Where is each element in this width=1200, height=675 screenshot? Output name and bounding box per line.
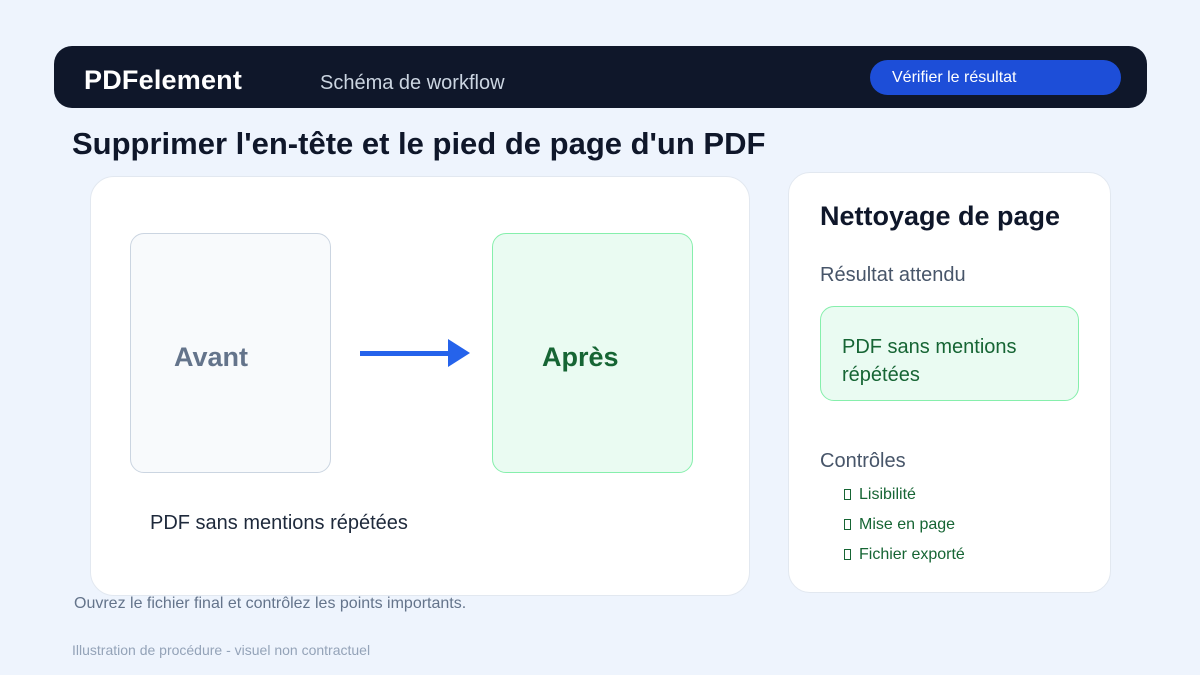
after-label: Après	[542, 342, 619, 372]
footer-disclaimer: Illustration de procédure - visuel non c…	[72, 642, 371, 658]
check-item-label: Lisibilité	[859, 486, 916, 503]
checkbox-icon[interactable]	[844, 549, 851, 560]
page-title: Supprimer l'en-tête et le pied de page d…	[72, 126, 766, 161]
check-item[interactable]: Lisibilité	[842, 486, 965, 516]
top-bar: PDFelement Schéma de workflow Vérifier l…	[54, 46, 1147, 108]
checkbox-icon[interactable]	[844, 519, 851, 530]
before-label: Avant	[174, 342, 249, 372]
checkbox-icon[interactable]	[844, 489, 851, 500]
footer-instruction: Ouvrez le fichier final et contrôlez les…	[74, 595, 467, 612]
check-item[interactable]: Fichier exporté	[842, 546, 965, 576]
section-title: Schéma de workflow	[320, 72, 505, 94]
comparison-caption: PDF sans mentions répétées	[150, 512, 408, 534]
expected-result-label: Résultat attendu	[820, 264, 966, 286]
side-panel: Nettoyage de page Résultat attendu PDF s…	[788, 172, 1111, 593]
before-page: Avant	[130, 233, 331, 473]
after-page: Après	[492, 233, 693, 473]
arrow-right-icon	[360, 339, 470, 367]
checks-list: Lisibilité Mise en page Fichier exporté	[842, 486, 965, 576]
comparison-card: Avant Après PDF sans mentions répétées	[90, 176, 750, 596]
check-item-label: Mise en page	[859, 516, 956, 533]
side-panel-title: Nettoyage de page	[820, 201, 1061, 231]
check-item[interactable]: Mise en page	[842, 516, 965, 546]
verify-result-button[interactable]: Vérifier le résultat	[870, 60, 1121, 95]
expected-result-box: PDF sans mentions répétées	[820, 306, 1079, 401]
check-item-label: Fichier exporté	[859, 546, 965, 563]
checks-label: Contrôles	[820, 450, 906, 472]
app-name: PDFelement	[84, 65, 243, 95]
